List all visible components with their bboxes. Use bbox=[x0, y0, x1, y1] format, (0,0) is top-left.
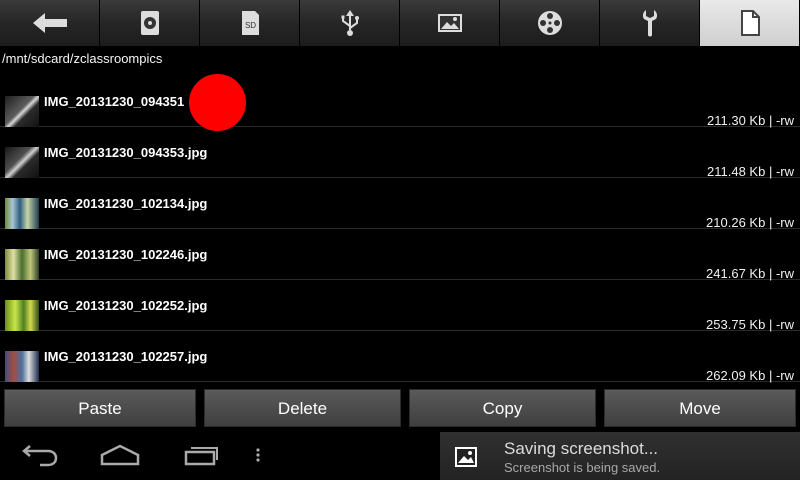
current-path: /mnt/sdcard/zclassroompics bbox=[2, 51, 163, 66]
file-size: 211.48 Kb bbox=[707, 164, 766, 179]
back-button[interactable] bbox=[0, 0, 100, 46]
notification-title: Saving screenshot... bbox=[504, 439, 659, 458]
file-separator: | bbox=[768, 113, 773, 128]
nav-recents-button[interactable] bbox=[182, 442, 220, 473]
nav-menu-button[interactable] bbox=[252, 442, 264, 473]
image-icon bbox=[454, 445, 478, 474]
internal-storage-button[interactable] bbox=[100, 0, 200, 46]
internal-storage-icon bbox=[138, 9, 162, 37]
file-permissions: -rw bbox=[775, 215, 794, 230]
recent-apps-icon bbox=[182, 447, 220, 472]
touch-indicator bbox=[189, 74, 246, 131]
file-meta: 211.48 Kb | -rw bbox=[707, 164, 794, 179]
home-icon bbox=[99, 444, 141, 472]
file-row[interactable]: IMG_20131230_094353.jpg 211.48 Kb | -rw bbox=[0, 127, 800, 179]
files-tab[interactable] bbox=[700, 0, 800, 46]
svg-text:SD: SD bbox=[244, 21, 255, 30]
file-name: IMG_20131230_102134.jpg bbox=[44, 196, 208, 211]
image-thumbnail bbox=[5, 147, 39, 178]
videos-button[interactable] bbox=[500, 0, 600, 46]
copy-button[interactable]: Copy bbox=[409, 389, 596, 427]
file-list: IMG_20131230_094351 211.30 Kb | -rw IMG_… bbox=[0, 76, 800, 384]
file-meta: 241.67 Kb | -rw bbox=[706, 266, 794, 281]
paste-button[interactable]: Paste bbox=[4, 389, 196, 427]
top-toolbar: SD bbox=[0, 0, 800, 46]
file-name: IMG_20131230_094351 bbox=[44, 94, 185, 109]
file-meta: 262.09 Kb | -rw bbox=[706, 368, 794, 383]
image-thumbnail bbox=[5, 351, 39, 382]
file-meta: 210.26 Kb | -rw bbox=[706, 215, 794, 230]
delete-button[interactable]: Delete bbox=[204, 389, 401, 427]
file-size: 253.75 Kb bbox=[706, 317, 766, 332]
file-permissions: -rw bbox=[775, 368, 794, 383]
nav-back-button[interactable] bbox=[20, 442, 60, 473]
file-row[interactable]: IMG_20131230_102246.jpg 241.67 Kb | -rw bbox=[0, 229, 800, 281]
file-separator: | bbox=[768, 215, 773, 230]
sd-card-button[interactable]: SD bbox=[200, 0, 300, 46]
file-meta: 211.30 Kb | -rw bbox=[707, 113, 794, 128]
file-name: IMG_20131230_094353.jpg bbox=[44, 145, 208, 160]
file-separator: | bbox=[768, 266, 773, 281]
screenshot-notification[interactable]: Saving screenshot... Screenshot is being… bbox=[440, 432, 800, 480]
image-thumbnail bbox=[5, 249, 39, 280]
file-separator: | bbox=[768, 368, 773, 383]
file-meta: 253.75 Kb | -rw bbox=[706, 317, 794, 332]
file-size: 241.67 Kb bbox=[706, 266, 766, 281]
action-bar: Paste Delete Copy Move bbox=[0, 388, 800, 430]
document-icon bbox=[739, 9, 761, 37]
file-name: IMG_20131230_102257.jpg bbox=[44, 349, 208, 364]
back-arrow-icon bbox=[31, 11, 69, 35]
file-row[interactable]: IMG_20131230_094351 211.30 Kb | -rw bbox=[0, 76, 800, 128]
usb-icon bbox=[338, 8, 362, 38]
images-button[interactable] bbox=[400, 0, 500, 46]
settings-button[interactable] bbox=[600, 0, 700, 46]
file-row[interactable]: IMG_20131230_102134.jpg 210.26 Kb | -rw bbox=[0, 178, 800, 230]
file-size: 210.26 Kb bbox=[706, 215, 766, 230]
file-row[interactable]: IMG_20131230_102257.jpg 262.09 Kb | -rw bbox=[0, 331, 800, 383]
file-permissions: -rw bbox=[775, 113, 794, 128]
file-permissions: -rw bbox=[775, 164, 794, 179]
usb-button[interactable] bbox=[300, 0, 400, 46]
file-permissions: -rw bbox=[775, 266, 794, 281]
move-button[interactable]: Move bbox=[604, 389, 796, 427]
file-size: 262.09 Kb bbox=[706, 368, 766, 383]
file-name: IMG_20131230_102252.jpg bbox=[44, 298, 208, 313]
file-size: 211.30 Kb bbox=[707, 113, 766, 128]
back-icon bbox=[20, 445, 60, 472]
file-manager-screen: SD /mnt/sdcard/zclassroompics IMG_201312… bbox=[0, 0, 800, 480]
image-thumbnail bbox=[5, 96, 39, 127]
file-separator: | bbox=[768, 164, 773, 179]
sd-card-icon: SD bbox=[238, 9, 262, 37]
image-thumbnail bbox=[5, 198, 39, 229]
file-row[interactable]: IMG_20131230_102252.jpg 253.75 Kb | -rw bbox=[0, 280, 800, 332]
notification-text: Screenshot is being saved. bbox=[504, 460, 661, 475]
image-thumbnail bbox=[5, 300, 39, 331]
file-permissions: -rw bbox=[775, 317, 794, 332]
image-icon bbox=[436, 11, 464, 35]
video-reel-icon bbox=[536, 9, 564, 37]
file-separator: | bbox=[768, 317, 773, 332]
file-name: IMG_20131230_102246.jpg bbox=[44, 247, 208, 262]
wrench-icon bbox=[640, 8, 660, 38]
nav-home-button[interactable] bbox=[99, 442, 141, 473]
overflow-menu-icon bbox=[252, 448, 264, 472]
